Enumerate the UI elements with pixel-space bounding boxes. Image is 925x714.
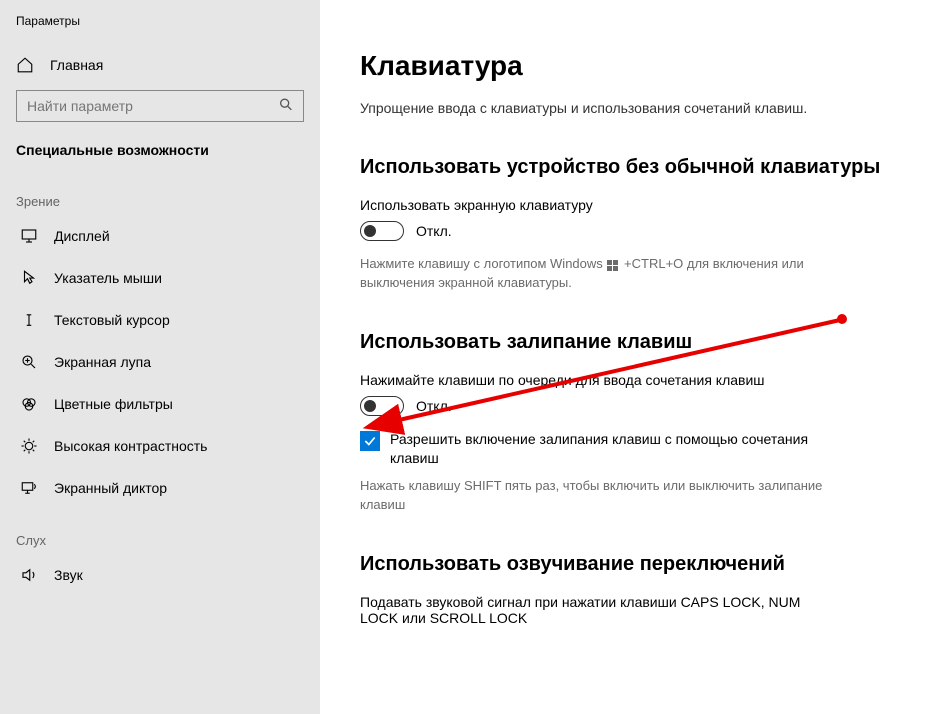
high-contrast-icon (20, 437, 38, 455)
sidebar-item-label: Высокая контрастность (54, 438, 207, 454)
section-heading: Использовать устройство без обычной клав… (360, 154, 885, 181)
toggle-state-label: Откл. (416, 398, 452, 414)
search-icon (278, 97, 294, 116)
windows-logo-icon (607, 259, 619, 271)
setting-label: Подавать звуковой сигнал при нажатии кла… (360, 594, 820, 626)
narrator-icon (20, 479, 38, 497)
text-cursor-icon (20, 311, 38, 329)
setting-label: Использовать экранную клавиатуру (360, 197, 885, 213)
section-sticky-keys: Использовать залипание клавиш Нажимайте … (360, 329, 885, 515)
home-button[interactable]: Главная (0, 46, 320, 84)
section-title: Специальные возможности (0, 142, 320, 170)
sidebar-item-display[interactable]: Дисплей (0, 215, 320, 257)
toggle-onscreen-keyboard[interactable] (360, 221, 404, 241)
checkbox-label: Разрешить включение залипания клавиш с п… (390, 430, 840, 469)
hint-text: Нажмите клавишу с логотипом Windows +CTR… (360, 255, 820, 293)
sidebar-item-mouse-pointer[interactable]: Указатель мыши (0, 257, 320, 299)
sidebar-item-label: Текстовый курсор (54, 312, 170, 328)
home-icon (16, 56, 34, 74)
sidebar-item-label: Дисплей (54, 228, 110, 244)
toggle-sticky-keys[interactable] (360, 396, 404, 416)
audio-icon (20, 566, 38, 584)
page-title: Клавиатура (360, 50, 885, 82)
magnifier-icon (20, 353, 38, 371)
sidebar-item-label: Указатель мыши (54, 270, 162, 286)
sidebar-item-high-contrast[interactable]: Высокая контрастность (0, 425, 320, 467)
category-hearing: Слух (0, 509, 320, 554)
color-filters-icon (20, 395, 38, 413)
sidebar-item-color-filters[interactable]: Цветные фильтры (0, 383, 320, 425)
section-onscreen-keyboard: Использовать устройство без обычной клав… (360, 154, 885, 293)
section-heading: Использовать озвучивание переключений (360, 551, 885, 578)
section-toggle-keys: Использовать озвучивание переключений По… (360, 551, 885, 626)
sidebar-item-narrator[interactable]: Экранный диктор (0, 467, 320, 509)
search-wrap (16, 90, 304, 122)
sidebar: Параметры Главная Специальные возможност… (0, 0, 320, 714)
sidebar-item-label: Экранный диктор (54, 480, 167, 496)
pointer-icon (20, 269, 38, 287)
sidebar-item-magnifier[interactable]: Экранная лупа (0, 341, 320, 383)
sidebar-item-label: Цветные фильтры (54, 396, 173, 412)
toggle-state-label: Откл. (416, 223, 452, 239)
app-title: Параметры (0, 14, 320, 46)
section-heading: Использовать залипание клавиш (360, 329, 885, 356)
sidebar-item-label: Звук (54, 567, 83, 583)
page-subtitle: Упрощение ввода с клавиатуры и использов… (360, 100, 885, 116)
sidebar-item-audio[interactable]: Звук (0, 554, 320, 596)
sidebar-item-label: Экранная лупа (54, 354, 151, 370)
search-input[interactable] (16, 90, 304, 122)
setting-label: Нажимайте клавиши по очереди для ввода с… (360, 372, 885, 388)
sidebar-item-text-cursor[interactable]: Текстовый курсор (0, 299, 320, 341)
main-content: Клавиатура Упрощение ввода с клавиатуры … (320, 0, 925, 714)
home-label: Главная (50, 57, 103, 73)
hint-text: Нажать клавишу SHIFT пять раз, чтобы вкл… (360, 477, 840, 515)
monitor-icon (20, 227, 38, 245)
checkbox-sticky-shortcut[interactable] (360, 431, 380, 451)
category-vision: Зрение (0, 170, 320, 215)
